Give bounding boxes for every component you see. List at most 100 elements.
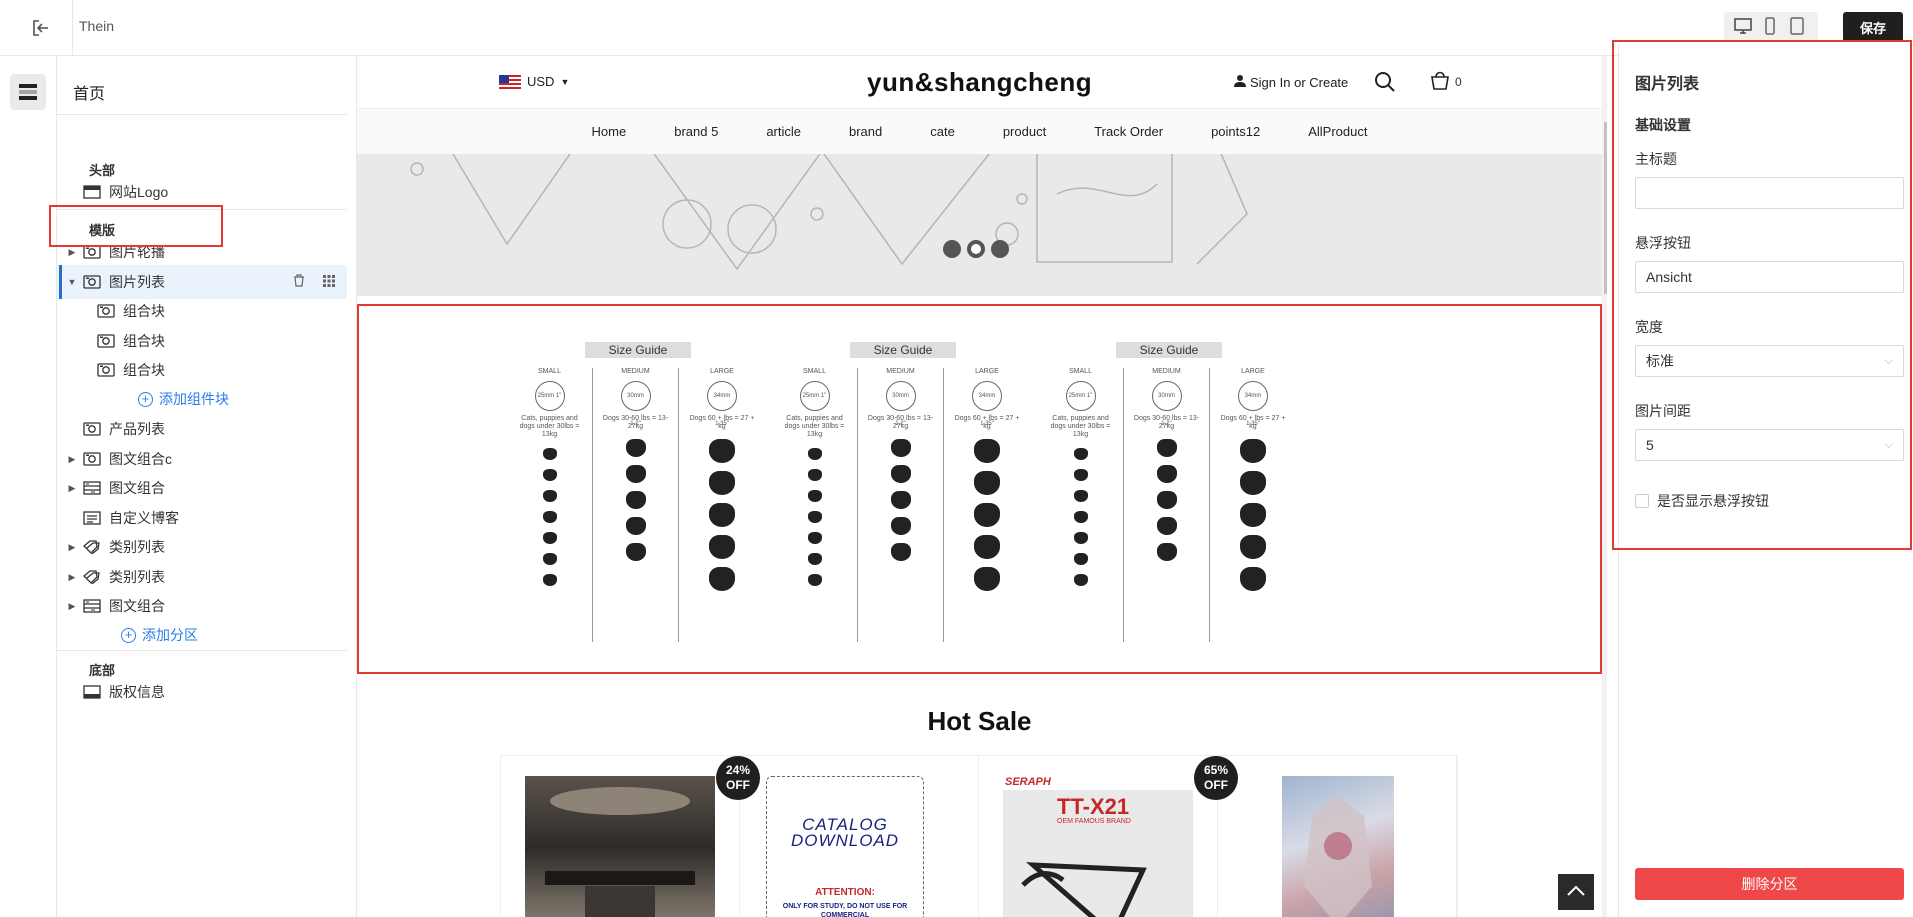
size-column: SMALL 25mm 1" Cats, puppies and dogs under…	[772, 368, 858, 642]
currency-selector[interactable]: USD ▼	[499, 74, 569, 89]
trash-icon[interactable]	[293, 274, 305, 290]
caret-right-icon[interactable]: ▶	[67, 483, 77, 494]
slide-dot[interactable]	[991, 240, 1009, 258]
caret-right-icon[interactable]: ▶	[67, 247, 77, 258]
main-title-label: 主标题	[1635, 151, 1677, 167]
tree-item[interactable]: ▶ 图片轮播	[57, 235, 347, 269]
spacing-select[interactable]: 5 ⌵	[1635, 429, 1904, 461]
signin-link[interactable]: Sign In or Create	[1234, 74, 1348, 90]
tree-item[interactable]: ▶ 图文组合	[57, 471, 347, 505]
banner-slideshow[interactable]	[357, 154, 1602, 296]
image-icon	[95, 302, 117, 320]
size-name: MEDIUM	[886, 368, 915, 375]
size-ring: 34mm 1.35"	[1238, 381, 1268, 427]
currency-label: USD	[527, 74, 555, 89]
dog-head-icon	[1073, 574, 1088, 586]
search-icon[interactable]	[1373, 70, 1397, 94]
tree-child-item[interactable]: 组合块	[57, 294, 347, 328]
preview-scrollbar[interactable]	[1602, 56, 1607, 917]
bike-frame-image	[1021, 862, 1147, 917]
nav-link[interactable]: cate	[906, 124, 979, 139]
mobile-icon[interactable]	[1760, 17, 1782, 37]
image-list-section[interactable]: Size Guide SMALL 25mm 1" Cats, puppies and …	[357, 306, 1602, 676]
slide-dot[interactable]	[943, 240, 961, 258]
dog-head-icon	[974, 439, 1000, 463]
exit-icon[interactable]	[30, 17, 52, 39]
dog-head-icon	[709, 503, 735, 527]
dog-head-icon	[542, 532, 557, 544]
tablet-icon[interactable]	[1787, 17, 1809, 37]
nav-link[interactable]: brand	[825, 124, 906, 139]
section-tree: 首页 头部 网站Logo 模版 ▶ 图片轮播 ▼ 图片列表 组合块 组合块 组合块 产品列表 ▶…	[57, 56, 357, 917]
tag-icon	[81, 538, 103, 556]
dog-head-icon	[807, 574, 822, 586]
product-card[interactable]: 65% OFF	[1194, 756, 1457, 917]
scrollbar-thumb[interactable]	[1604, 122, 1607, 294]
save-button[interactable]: 保存	[1843, 12, 1903, 42]
scroll-top-button[interactable]	[1558, 874, 1594, 910]
store-logo[interactable]: yun&shangcheng	[867, 67, 1092, 98]
slide-dot-active[interactable]	[967, 240, 985, 258]
settings-panel: 图片列表 基础设置 主标题 悬浮按钮 宽度 标准 ⌵ 图片间距 5 ⌵ 是否显示…	[1618, 44, 1913, 917]
blog-icon	[81, 509, 103, 527]
caret-down-icon[interactable]: ▼	[67, 277, 77, 287]
tree-item-label: 类别列表	[109, 539, 165, 555]
tree-item-label: 图文组合	[109, 480, 165, 496]
show-float-checkbox[interactable]: 是否显示悬浮按钮	[1635, 491, 1769, 511]
dog-head-icon	[890, 543, 911, 561]
size-note: Dogs 60 + lbs = 27 + kg	[954, 415, 1020, 430]
caret-right-icon[interactable]: ▶	[67, 454, 77, 465]
size-guide-image: Size Guide SMALL 25mm 1" Cats, puppies and …	[507, 342, 767, 642]
checkbox-box[interactable]	[1635, 494, 1649, 508]
tree-item-logo[interactable]: 网站Logo	[57, 175, 347, 209]
size-note: Cats, puppies and dogs under 30lbs = 13k…	[1050, 415, 1111, 438]
grid-icon[interactable]	[323, 274, 335, 290]
float-button-input[interactable]	[1635, 261, 1904, 293]
nav-link[interactable]: Track Order	[1070, 124, 1187, 139]
caret-right-icon[interactable]: ▶	[67, 542, 77, 553]
product-card[interactable]: CATALOG DOWNLOAD ATTENTION: ONLY FOR STU…	[716, 756, 979, 917]
main-title-input[interactable]	[1635, 177, 1904, 209]
settings-title: 图片列表	[1635, 76, 1700, 93]
dog-head-icon	[1073, 469, 1088, 481]
tag-icon	[81, 568, 103, 586]
tree-item[interactable]: 产品列表	[57, 412, 347, 446]
width-select[interactable]: 标准 ⌵	[1635, 345, 1904, 377]
tree-child-item[interactable]: 组合块	[57, 353, 347, 387]
tree-item[interactable]: ▶ 图文组合	[57, 589, 347, 623]
tree-item-label: 图片轮播	[109, 244, 165, 260]
settings-section-title: 基础设置	[1635, 117, 1691, 133]
bike-brand: SERAPH	[1003, 776, 1193, 790]
nav-link[interactable]: points12	[1187, 124, 1284, 139]
delete-section-button[interactable]: 删除分区	[1635, 868, 1904, 900]
dog-head-icon	[1156, 543, 1177, 561]
product-card[interactable]	[501, 756, 740, 917]
desktop-icon[interactable]	[1733, 17, 1755, 37]
caret-right-icon[interactable]: ▶	[67, 601, 77, 612]
add-block-link[interactable]: + 添加组件块	[138, 389, 229, 409]
size-note: Dogs 30-60 lbs = 13-27kg	[602, 415, 669, 430]
tree-item-copyright[interactable]: 版权信息	[57, 675, 347, 709]
add-section-link[interactable]: + 添加分区	[121, 625, 198, 645]
dog-head-icon	[1240, 567, 1266, 591]
dog-head-icon	[1073, 490, 1088, 502]
dog-head-icon	[1240, 535, 1266, 559]
nav-link[interactable]: product	[979, 124, 1070, 139]
dog-head-icon	[1156, 465, 1177, 483]
sections-icon[interactable]	[10, 74, 46, 110]
caret-right-icon[interactable]: ▶	[67, 572, 77, 583]
dog-head-icon	[974, 471, 1000, 495]
discount-text: 65% OFF	[1203, 763, 1229, 792]
nav-link[interactable]: AllProduct	[1284, 124, 1391, 139]
dog-head-icon	[807, 448, 822, 460]
product-card[interactable]: SERAPH TT-X21 OEM FAMOUS BRAND	[979, 756, 1218, 917]
cart-button[interactable]: 0	[1429, 69, 1462, 94]
size-name: LARGE	[710, 368, 734, 375]
nav-link[interactable]: article	[742, 124, 825, 139]
spacing-label: 图片间距	[1635, 403, 1691, 419]
bike-model: TT-X21	[1057, 794, 1130, 819]
attention-text: ATTENTION:	[815, 887, 875, 898]
tree-item[interactable]: ▶ 类别列表	[57, 530, 347, 564]
nav-link[interactable]: brand 5	[650, 124, 742, 139]
nav-link[interactable]: Home	[568, 124, 651, 139]
